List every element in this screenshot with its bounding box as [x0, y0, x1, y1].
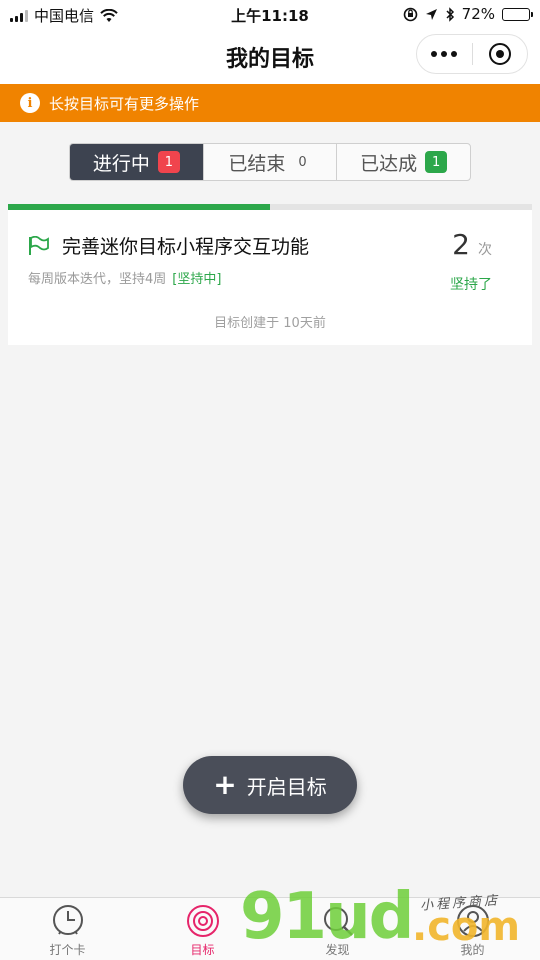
checkin-count-unit: 次 — [478, 242, 492, 258]
goal-card[interactable]: 完善迷你目标小程序交互功能 每周版本迭代，坚持4周 [坚持中] 2 次 坚持了 目… — [8, 204, 532, 345]
battery-percent: 72% — [461, 5, 495, 23]
persisted-label: 坚持了 — [450, 277, 492, 293]
start-goal-label: 开启目标 — [246, 774, 327, 799]
goal-created-time: 目标创建于 10天前 — [214, 316, 326, 331]
tab-ended[interactable]: 已结束 0 — [202, 144, 337, 180]
clock-icon — [52, 905, 83, 935]
goal-subtitle: 每周版本迭代，坚持4周 [坚持中] — [28, 268, 221, 287]
count-badge: 0 — [298, 154, 307, 170]
count-badge: 1 — [425, 151, 448, 173]
tabbar-item-checkin[interactable]: 打个卡 — [0, 898, 135, 960]
tab-achieved[interactable]: 已达成 1 — [336, 144, 470, 180]
count-badge: 1 — [157, 151, 180, 173]
close-button[interactable] — [473, 43, 528, 65]
status-right: 72% — [403, 5, 533, 23]
tabbar-label: 发现 — [325, 943, 350, 957]
more-dots-icon — [431, 51, 438, 57]
close-target-icon — [488, 43, 511, 65]
nav-bar: 我的目标 — [0, 28, 540, 84]
tab-label: 已达成 — [360, 152, 418, 175]
battery-icon — [502, 7, 533, 21]
tabbar-item-mine[interactable]: 我的 — [405, 898, 540, 960]
location-icon — [425, 8, 437, 20]
bluetooth-icon — [446, 6, 454, 22]
tip-text: 长按目标可有更多操作 — [49, 94, 200, 113]
tabbar-item-goals[interactable]: 目标 — [135, 898, 270, 960]
checkin-count-value: 2 — [452, 228, 470, 261]
bottom-tab-bar: 打个卡 目标 发现 我的 — [0, 897, 540, 960]
goal-status-tabs: 进行中 1 已结束 0 已达成 1 — [69, 143, 471, 181]
goal-progress-bar — [8, 204, 532, 210]
target-icon — [186, 905, 219, 937]
tab-label: 已结束 — [228, 152, 286, 175]
tab-label: 进行中 — [92, 152, 150, 175]
tabbar-label: 打个卡 — [49, 943, 86, 957]
tabbar-label: 目标 — [190, 943, 215, 957]
mini-program-capsule — [416, 34, 528, 74]
tip-banner: i 长按目标可有更多操作 — [0, 84, 540, 122]
goal-status: [坚持中] — [172, 272, 222, 287]
start-goal-button[interactable]: + 开启目标 — [183, 756, 357, 814]
orientation-lock-icon — [403, 7, 417, 21]
plus-icon: + — [213, 768, 237, 801]
goal-title: 完善迷你目标小程序交互功能 — [62, 236, 310, 258]
goal-progress-fill — [8, 204, 270, 210]
checkin-count: 2 次 — [452, 228, 492, 261]
tabbar-item-discover[interactable]: 发现 — [270, 898, 405, 960]
tab-in-progress[interactable]: 进行中 1 — [70, 144, 203, 180]
more-button[interactable] — [417, 51, 472, 57]
user-icon — [456, 905, 489, 937]
tabbar-label: 我的 — [460, 943, 485, 957]
flag-icon — [29, 236, 49, 255]
info-icon: i — [20, 93, 40, 113]
search-icon — [323, 907, 353, 936]
status-bar: 中国电信 上午11:18 72% — [0, 0, 540, 28]
goal-frequency: 每周版本迭代，坚持4周 — [28, 272, 167, 287]
